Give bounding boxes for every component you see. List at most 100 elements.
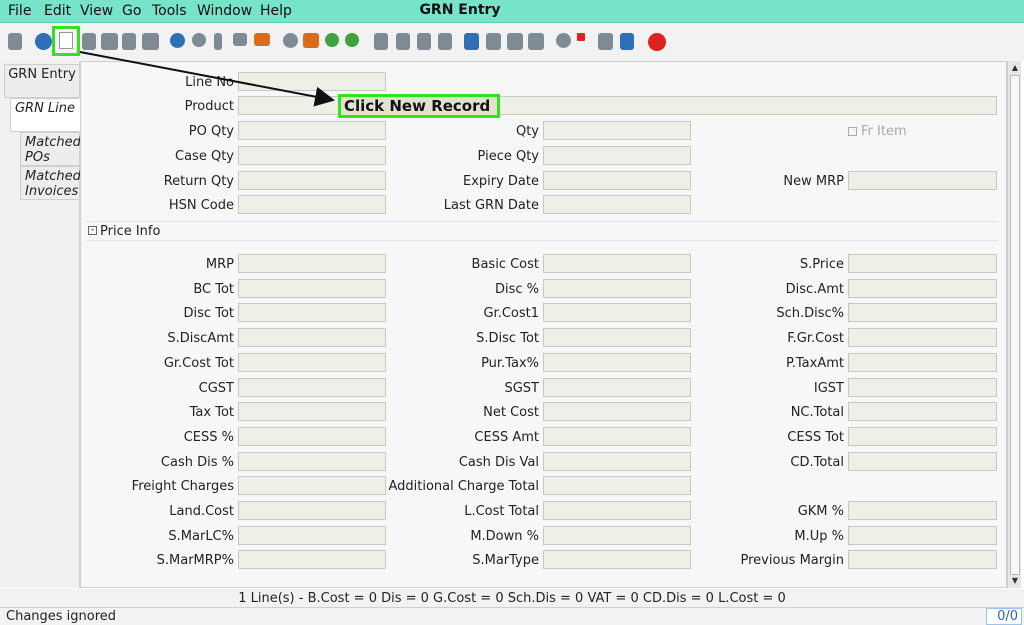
copy-icon[interactable] xyxy=(82,33,96,50)
land-cost-field[interactable] xyxy=(238,501,386,520)
print-icon[interactable] xyxy=(507,33,523,50)
previous-margin-field[interactable] xyxy=(848,550,997,569)
freight-charges-field[interactable] xyxy=(238,476,386,495)
m-up-field[interactable] xyxy=(848,526,997,545)
first-icon[interactable] xyxy=(374,33,388,50)
label-mrp: MRP xyxy=(205,257,234,272)
previous-icon[interactable] xyxy=(396,33,410,50)
cess-field[interactable] xyxy=(238,427,386,446)
tax-tot-field[interactable] xyxy=(238,402,386,421)
return-qty-field[interactable] xyxy=(238,171,386,190)
cess-amt-field[interactable] xyxy=(543,427,691,446)
report-icon[interactable] xyxy=(464,33,479,50)
scroll-thumb[interactable] xyxy=(1010,75,1020,575)
sch-disc-field[interactable] xyxy=(848,303,997,322)
fr-item-checkbox[interactable]: Fr Item xyxy=(848,124,907,139)
label-s-discamt: S.DiscAmt xyxy=(167,331,234,346)
f-gr-cost-field[interactable] xyxy=(848,328,997,347)
net-cost-field[interactable] xyxy=(543,402,691,421)
find-icon[interactable] xyxy=(192,33,206,47)
label-s-disc-tot: S.Disc Tot xyxy=(476,331,539,346)
gkm-field[interactable] xyxy=(848,501,997,520)
scroll-up-icon[interactable]: ▲ xyxy=(1009,62,1021,74)
account-icon[interactable] xyxy=(620,33,634,50)
disc-field[interactable] xyxy=(543,279,691,298)
cash-dis-val-field[interactable] xyxy=(543,452,691,471)
igst-field[interactable] xyxy=(848,378,997,397)
click-new-record-callout: Click New Record xyxy=(338,94,500,118)
cd-total-field[interactable] xyxy=(848,452,997,471)
sgst-field[interactable] xyxy=(543,378,691,397)
forward-icon[interactable] xyxy=(345,33,359,47)
bc-tot-field[interactable] xyxy=(238,279,386,298)
m-down-field[interactable] xyxy=(543,526,691,545)
line-no-field[interactable] xyxy=(238,72,386,91)
archive-icon[interactable] xyxy=(283,33,298,48)
cess-tot-field[interactable] xyxy=(848,427,997,446)
qty-field[interactable] xyxy=(543,121,691,140)
expiry-date-field[interactable] xyxy=(543,171,691,190)
s-price-field[interactable] xyxy=(848,254,997,273)
cash-dis-field[interactable] xyxy=(238,452,386,471)
zoom-icon[interactable] xyxy=(556,33,571,48)
last-grn-date-field[interactable] xyxy=(543,195,691,214)
product-info-icon[interactable] xyxy=(598,33,613,50)
record-count[interactable]: 0/0 xyxy=(986,608,1022,625)
last-icon[interactable] xyxy=(438,33,452,50)
p-taxamt-field[interactable] xyxy=(848,353,997,372)
new-record-button[interactable] xyxy=(52,26,80,56)
label-f-gr-cost: F.Gr.Cost xyxy=(787,331,844,346)
history-icon[interactable] xyxy=(254,33,270,46)
vertical-scrollbar[interactable]: ▲ ▼ xyxy=(1007,61,1021,588)
print-preview-icon[interactable] xyxy=(528,33,544,50)
label-s-marmrp: S.MarMRP% xyxy=(156,553,234,568)
new-mrp-field[interactable] xyxy=(848,171,997,190)
refresh-icon[interactable] xyxy=(170,33,185,48)
s-martype-field[interactable] xyxy=(543,550,691,569)
price-info-label: Price Info xyxy=(100,224,161,239)
close-icon[interactable] xyxy=(648,33,666,51)
delete-selection-icon[interactable] xyxy=(122,33,136,50)
pur-tax-field[interactable] xyxy=(543,353,691,372)
case-qty-field[interactable] xyxy=(238,146,386,165)
label-basic-cost: Basic Cost xyxy=(471,257,539,272)
home-icon[interactable] xyxy=(303,33,319,48)
price-info-section[interactable]: - Price Info xyxy=(86,221,998,241)
label-last-grn-date: Last GRN Date xyxy=(443,198,539,213)
archive-doc-icon[interactable] xyxy=(486,33,501,50)
tab-grn-line[interactable]: GRN Line xyxy=(10,98,80,132)
workflow-icon[interactable] xyxy=(577,33,585,41)
attachment-icon[interactable] xyxy=(214,33,222,50)
undo-icon[interactable] xyxy=(8,33,22,50)
chat-icon[interactable] xyxy=(233,33,247,46)
label-net-cost: Net Cost xyxy=(483,405,539,420)
po-qty-field[interactable] xyxy=(238,121,386,140)
s-disc-tot-field[interactable] xyxy=(543,328,691,347)
basic-cost-field[interactable] xyxy=(543,254,691,273)
hsn-code-field[interactable] xyxy=(238,195,386,214)
disc-tot-field[interactable] xyxy=(238,303,386,322)
gr-cost-tot-field[interactable] xyxy=(238,353,386,372)
additional-charge-total-field[interactable] xyxy=(543,476,691,495)
tab-matched-invoices[interactable]: Matched Invoices xyxy=(20,166,81,200)
delete-icon[interactable] xyxy=(101,33,118,50)
next-icon[interactable] xyxy=(417,33,431,50)
save-icon[interactable] xyxy=(142,33,159,50)
cgst-field[interactable] xyxy=(238,378,386,397)
piece-qty-field[interactable] xyxy=(543,146,691,165)
s-discamt-field[interactable] xyxy=(238,328,386,347)
mrp-field[interactable] xyxy=(238,254,386,273)
s-marlc-field[interactable] xyxy=(238,526,386,545)
label-cd-total: CD.Total xyxy=(790,455,844,470)
tab-matched-pos[interactable]: Matched POs xyxy=(20,132,81,166)
gr-cost1-field[interactable] xyxy=(543,303,691,322)
l-cost-total-field[interactable] xyxy=(543,501,691,520)
scroll-down-icon[interactable]: ▼ xyxy=(1009,575,1021,587)
tab-grn-entry[interactable]: GRN Entry xyxy=(4,64,80,98)
help-icon[interactable] xyxy=(35,33,52,50)
back-icon[interactable] xyxy=(325,33,339,47)
nc-total-field[interactable] xyxy=(848,402,997,421)
disc-amt-field[interactable] xyxy=(848,279,997,298)
s-marmrp-field[interactable] xyxy=(238,550,386,569)
collapse-icon[interactable]: - xyxy=(88,226,97,235)
